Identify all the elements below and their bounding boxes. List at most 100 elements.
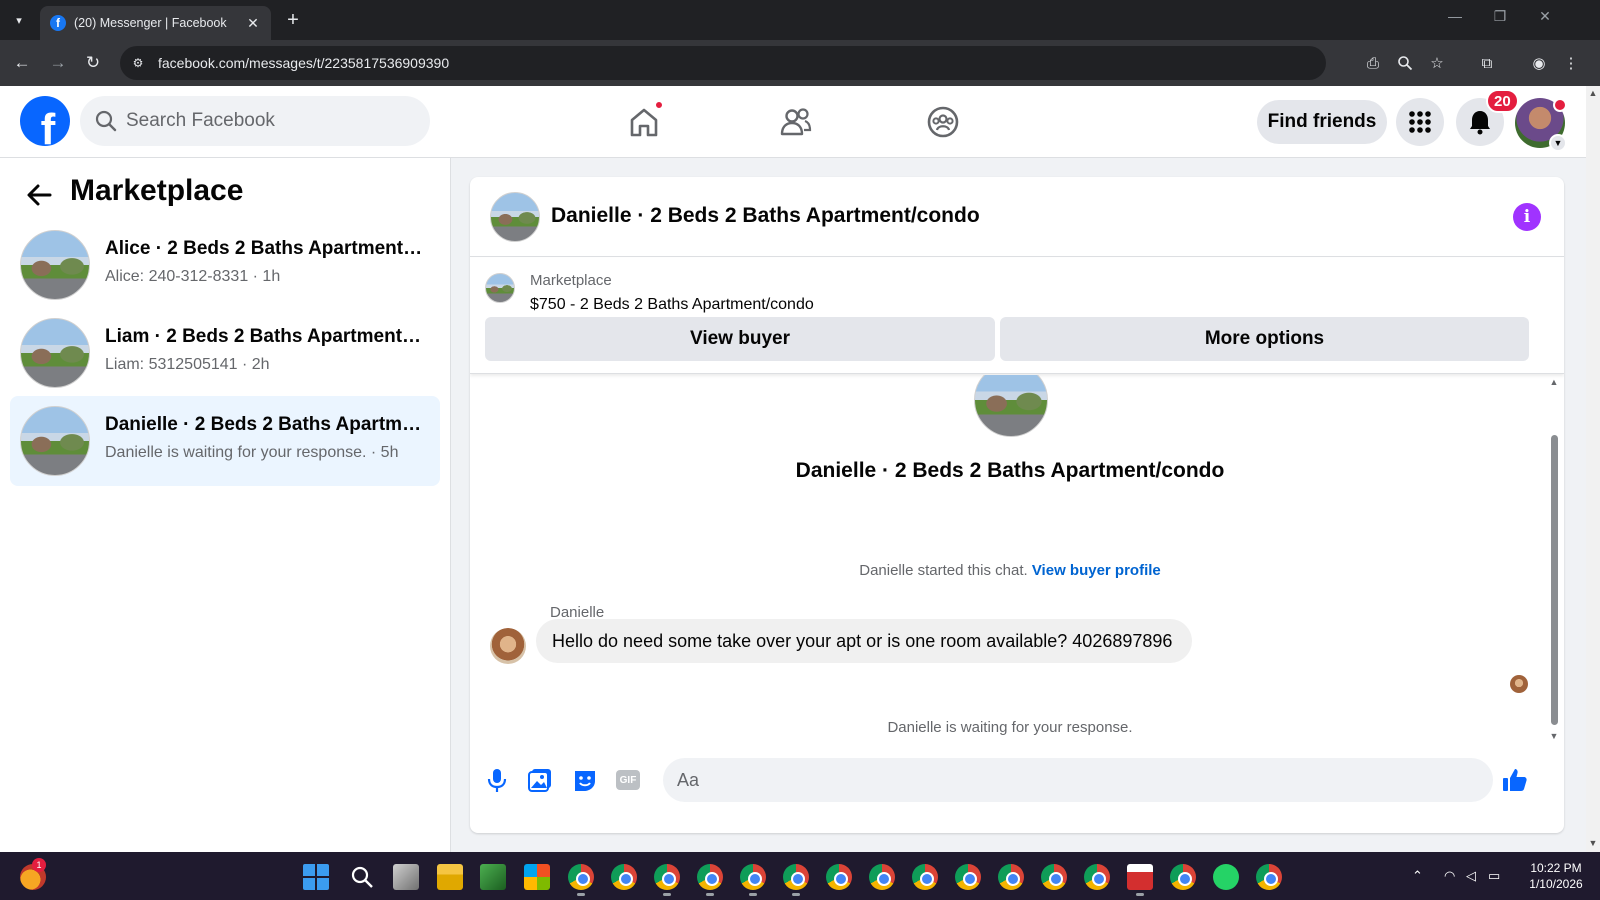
tab-search-chevron-icon[interactable]: ▾ [6, 8, 32, 32]
friends-nav[interactable] [776, 102, 816, 142]
chrome-icon[interactable] [998, 864, 1024, 890]
chat-title[interactable]: Danielle · 2 Beds 2 Baths Apartment/cond… [551, 204, 980, 228]
install-app-icon[interactable]: ⎙ [1362, 52, 1384, 74]
site-info-icon[interactable]: ⚙ [126, 51, 150, 75]
chrome-icon[interactable] [869, 864, 895, 890]
gif-icon[interactable]: GIF [613, 765, 643, 795]
thread-scrollbar[interactable]: ▲ ▼ [1548, 375, 1560, 745]
more-options-button[interactable]: More options [1000, 317, 1529, 361]
page-scroll-down-icon[interactable]: ▼ [1586, 838, 1600, 848]
chrome-icon[interactable] [654, 864, 680, 890]
close-window-icon[interactable]: ✕ [1530, 8, 1560, 25]
page-scroll-up-icon[interactable]: ▲ [1586, 88, 1600, 98]
running-indicator [577, 893, 585, 896]
reload-icon[interactable]: ↻ [81, 51, 105, 75]
new-tab-icon[interactable]: + [280, 8, 306, 32]
view-buyer-button[interactable]: View buyer [485, 317, 995, 361]
conversation-item-danielle[interactable]: Danielle · 2 Beds 2 Baths Apartment/cond… [10, 396, 440, 486]
zoom-icon[interactable] [1394, 52, 1416, 74]
listing-title[interactable]: $750 - 2 Beds 2 Baths Apartment/condo [530, 296, 814, 314]
chrome-icon[interactable] [783, 864, 809, 890]
chat-started-notice: Danielle started this chat. View buyer p… [470, 562, 1550, 579]
windows-start-icon[interactable] [303, 864, 329, 890]
sender-avatar[interactable] [490, 628, 526, 664]
chat-header: Danielle · 2 Beds 2 Baths Apartment/cond… [470, 177, 1564, 257]
view-buyer-profile-link[interactable]: View buyer profile [1032, 562, 1161, 579]
restore-icon[interactable]: ❐ [1485, 8, 1515, 25]
close-tab-icon[interactable]: ✕ [245, 15, 261, 32]
chrome-icon[interactable] [1084, 864, 1110, 890]
search-input[interactable] [126, 110, 406, 132]
xbox-app-icon[interactable] [480, 864, 506, 890]
home-nav[interactable] [624, 100, 664, 142]
whatsapp-icon[interactable] [1213, 864, 1239, 890]
forward-icon[interactable]: → [46, 51, 70, 75]
tray-chevron-up-icon[interactable]: ⌃ [1412, 868, 1423, 884]
groups-icon [927, 106, 959, 138]
address-bar[interactable]: ⚙ facebook.com/messages/t/22358175369093… [120, 46, 1326, 80]
scroll-thumb[interactable] [1551, 435, 1558, 725]
notification-count-badge: 20 [1486, 89, 1519, 113]
bell-icon [1470, 111, 1490, 135]
chrome-icon[interactable] [1041, 864, 1067, 890]
running-indicator [749, 893, 757, 896]
conversation-item-liam[interactable]: Liam · 2 Beds 2 Baths Apartment/condo Li… [10, 308, 440, 398]
chrome-icon[interactable] [912, 864, 938, 890]
started-text: Danielle started this chat. [859, 562, 1028, 579]
minimize-icon[interactable]: — [1440, 8, 1470, 24]
task-view-icon[interactable] [393, 864, 419, 890]
photo-icon[interactable] [525, 765, 555, 795]
marketplace-label: Marketplace [530, 272, 612, 289]
extensions-icon[interactable]: ⧉ [1476, 52, 1498, 74]
menu-dots-icon[interactable]: ⋮ [1560, 52, 1582, 74]
scroll-up-icon[interactable]: ▲ [1548, 377, 1560, 387]
back-arrow-icon[interactable] [24, 180, 54, 210]
url-text[interactable]: facebook.com/messages/t/2235817536909390 [158, 55, 449, 71]
listing-thumbnail[interactable] [485, 273, 515, 303]
message-input[interactable] [677, 769, 1437, 791]
find-friends-button[interactable]: Find friends [1257, 100, 1387, 144]
snipping-tool-icon[interactable] [1127, 864, 1153, 890]
home-icon [630, 108, 658, 137]
message-bubble[interactable]: Hello do need some take over your apt or… [536, 619, 1193, 663]
chrome-icon[interactable] [568, 864, 594, 890]
sticker-icon[interactable] [570, 765, 600, 795]
volume-icon[interactable]: ◁ [1466, 868, 1476, 884]
chrome-icon[interactable] [826, 864, 852, 890]
facebook-search[interactable] [80, 96, 430, 146]
message-input-field[interactable] [663, 758, 1493, 802]
browser-tab[interactable]: f (20) Messenger | Facebook ✕ [40, 6, 271, 40]
groups-nav[interactable] [923, 102, 963, 142]
page-scrollbar[interactable]: ▲ ▼ [1586, 86, 1600, 852]
wifi-icon[interactable]: ◠ [1444, 868, 1455, 884]
battery-icon[interactable]: ▭ [1488, 868, 1500, 884]
menu-button[interactable] [1396, 98, 1444, 146]
chrome-icon[interactable] [955, 864, 981, 890]
facebook-logo-icon[interactable]: f [20, 96, 70, 146]
marketplace-conversation-list: Marketplace Alice · 2 Beds 2 Baths Apart… [0, 158, 451, 852]
search-icon [95, 110, 117, 132]
conversation-item-alice[interactable]: Alice · 2 Beds 2 Baths Apartment/condo A… [10, 220, 440, 310]
clock-time: 10:22 PM [1530, 861, 1582, 875]
profile-icon[interactable]: ◉ [1528, 52, 1550, 74]
back-icon[interactable]: ← [10, 51, 34, 75]
chrome-icon[interactable] [611, 864, 637, 890]
info-icon[interactable]: i [1513, 203, 1541, 231]
search-taskbar-icon[interactable] [349, 864, 375, 890]
microphone-icon[interactable] [482, 765, 512, 795]
page-title: Marketplace [70, 174, 244, 207]
thread-title: Danielle · 2 Beds 2 Baths Apartment/cond… [795, 459, 1225, 482]
system-clock[interactable]: 10:22 PM 1/10/2026 [1520, 860, 1592, 892]
chrome-icon[interactable] [740, 864, 766, 890]
bookmark-star-icon[interactable]: ☆ [1426, 52, 1448, 74]
microsoft-store-icon[interactable] [524, 864, 550, 890]
listing-thumbnail[interactable] [490, 192, 540, 242]
chrome-icon[interactable] [697, 864, 723, 890]
chrome-icon[interactable] [1170, 864, 1196, 890]
account-chevron-down-icon[interactable]: ▼ [1549, 134, 1567, 152]
thumbs-up-icon[interactable] [1500, 765, 1530, 795]
chrome-icon[interactable] [1256, 864, 1282, 890]
profile-notification-dot [1553, 98, 1567, 112]
scroll-down-icon[interactable]: ▼ [1548, 731, 1560, 741]
file-explorer-icon[interactable] [437, 864, 463, 890]
